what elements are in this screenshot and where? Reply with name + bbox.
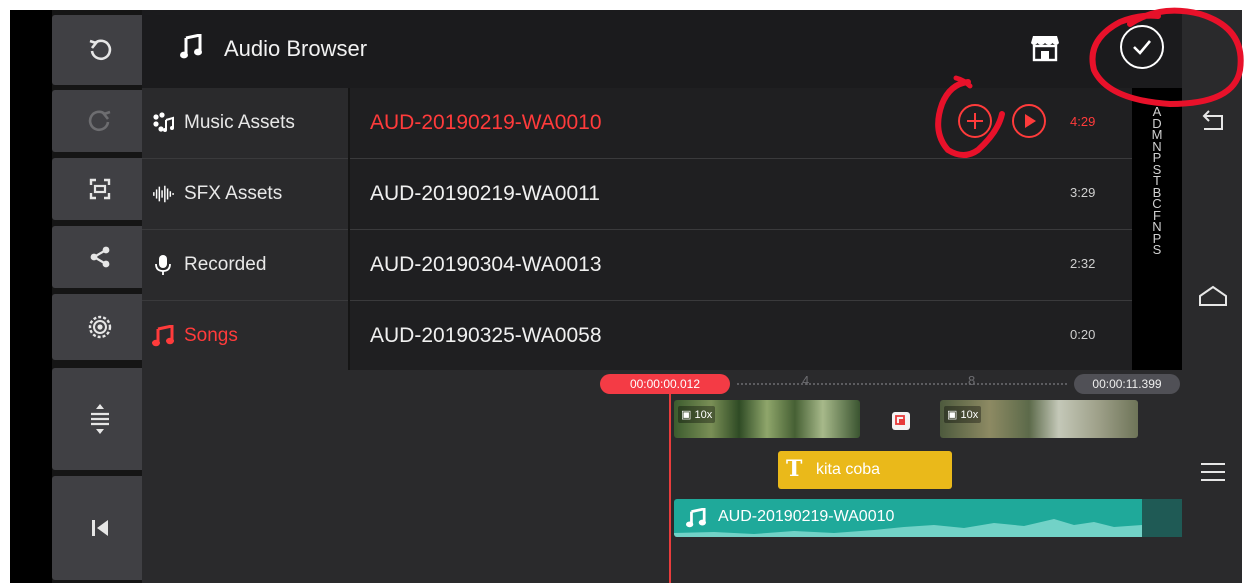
divider: [142, 300, 348, 301]
clip-speed-badge: ▣ 10x: [944, 406, 982, 423]
home-icon: [1199, 285, 1227, 306]
settings-button[interactable]: [52, 294, 147, 360]
done-button[interactable]: [1120, 25, 1164, 69]
microphone-icon: [152, 254, 174, 276]
current-time-badge: 00:00:00.012: [600, 374, 730, 394]
file-duration: 4:29: [1070, 114, 1096, 129]
file-list: AUD-20190219-WA0010 4:29 AUD-20190219-WA…: [350, 88, 1132, 370]
track-spacing-button[interactable]: [52, 368, 147, 470]
home-button[interactable]: [1198, 284, 1228, 313]
total-time-badge: 00:00:11.399: [1074, 374, 1180, 394]
back-icon: [1202, 110, 1223, 130]
undo-icon: [89, 39, 111, 61]
menu-icon: [1201, 463, 1225, 481]
app-screen: Audio Browser Music Assets SFX Assets Re…: [10, 10, 1242, 583]
audio-clip[interactable]: AUD-20190219-WA0010: [674, 499, 1142, 537]
category-label: SFX Assets: [184, 183, 283, 204]
redo-button[interactable]: [52, 90, 147, 152]
file-name: AUD-20190325-WA0058: [370, 324, 602, 347]
clip-speed-badge: ▣ 10x: [678, 406, 716, 423]
category-label: Music Assets: [184, 112, 295, 133]
expand-vertical-icon: [90, 404, 109, 434]
left-edge: [10, 10, 52, 583]
add-audio-button[interactable]: [958, 104, 992, 138]
category-songs[interactable]: Songs: [142, 301, 348, 371]
back-button[interactable]: [1200, 110, 1226, 137]
file-name: AUD-20190304-WA0013: [370, 253, 602, 276]
video-clip[interactable]: ▣ 10x: [940, 400, 1138, 438]
plus-icon: [967, 113, 983, 129]
category-recorded[interactable]: Recorded: [142, 230, 348, 300]
gear-icon: [88, 315, 111, 339]
system-nav-bar: [1182, 10, 1242, 583]
recents-menu-button[interactable]: [1200, 462, 1226, 487]
text-layer-icon: T: [786, 456, 803, 482]
file-row[interactable]: AUD-20190304-WA0013 2:32: [350, 230, 1132, 300]
crop-frame-icon: [89, 178, 110, 200]
page-title: Audio Browser: [224, 36, 368, 61]
audio-clip-tail: [1142, 499, 1182, 537]
index-letter[interactable]: S: [1132, 243, 1182, 255]
file-name: AUD-20190219-WA0011: [370, 182, 600, 205]
category-label: Songs: [184, 325, 238, 346]
play-icon: [1025, 114, 1036, 128]
share-icon: [90, 246, 109, 268]
divider: [142, 229, 348, 230]
ruler-tick-label: 4: [802, 373, 810, 388]
video-clip[interactable]: ▣ 10x: [674, 400, 860, 438]
transition-button[interactable]: [892, 412, 910, 430]
divider: [350, 158, 1132, 159]
fit-screen-button[interactable]: [52, 158, 147, 220]
category-list: Music Assets SFX Assets Recorded Songs: [142, 88, 348, 370]
store-icon: [1031, 36, 1059, 62]
playhead[interactable]: [669, 394, 671, 583]
file-duration: 3:29: [1070, 185, 1096, 200]
redo-icon: [88, 110, 110, 132]
music-note-icon: [180, 33, 202, 65]
waveform-icon: [152, 184, 174, 204]
category-sfx-assets[interactable]: SFX Assets: [142, 159, 348, 229]
file-duration: 2:32: [1070, 256, 1096, 271]
audio-waveform: [674, 519, 1142, 537]
divider: [142, 158, 348, 159]
file-row[interactable]: AUD-20190219-WA0011 3:29: [350, 159, 1132, 229]
asset-store-button[interactable]: [1030, 34, 1060, 67]
skip-back-icon: [91, 520, 108, 536]
undo-button[interactable]: [52, 15, 147, 85]
file-row[interactable]: AUD-20190219-WA0010 4:29: [350, 88, 1132, 158]
text-clip-label: kita coba: [816, 461, 881, 478]
file-row[interactable]: AUD-20190325-WA0058 0:20: [350, 301, 1132, 371]
music-note-icon: [152, 325, 174, 347]
text-clip[interactable]: T kita coba: [778, 451, 952, 489]
file-duration: 0:20: [1070, 327, 1096, 342]
share-button[interactable]: [52, 226, 147, 288]
skip-to-start-button[interactable]: [52, 476, 147, 580]
divider: [350, 300, 1132, 301]
checkmark-icon: [1133, 40, 1151, 55]
time-ruler: [737, 383, 1067, 387]
category-music-assets[interactable]: Music Assets: [142, 88, 348, 158]
audio-browser-header: Audio Browser: [142, 10, 1182, 88]
alphabet-index[interactable]: ADMNPSTBCFNPS: [1132, 88, 1182, 370]
transition-icon: [895, 415, 905, 425]
preview-play-button[interactable]: [1012, 104, 1046, 138]
divider: [350, 229, 1132, 230]
music-assets-icon: [152, 112, 174, 134]
ruler-tick-label: 8: [968, 373, 976, 388]
category-label: Recorded: [184, 254, 267, 275]
file-name: AUD-20190219-WA0010: [370, 111, 602, 134]
timeline[interactable]: 4 8 00:00:00.012 00:00:11.399 ▣ 10x ▣ 10…: [142, 370, 1182, 583]
